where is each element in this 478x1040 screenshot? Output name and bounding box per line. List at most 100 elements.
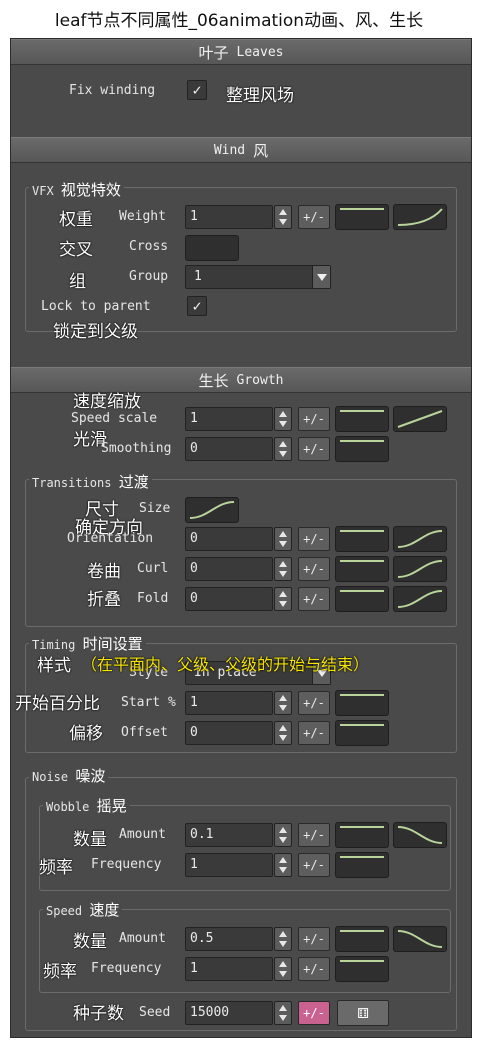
start-randomize-button[interactable]: +/- <box>298 691 330 715</box>
speed-frequency-cn-annotation: 频率 <box>43 962 77 982</box>
speed-amount-random-curve[interactable] <box>335 926 389 952</box>
fix-winding-checkbox[interactable]: ✓ <box>187 80 207 100</box>
cross-cn-annotation: 交叉 <box>59 240 93 260</box>
seed-input[interactable]: 15000 <box>185 1001 273 1025</box>
seed-spinner[interactable] <box>274 1001 292 1025</box>
curl-curve[interactable] <box>393 556 447 582</box>
speed-title-en: Speed <box>46 904 83 918</box>
orientation-spinner[interactable] <box>274 527 292 551</box>
timing-title-en: Timing <box>32 638 76 652</box>
group-cn-annotation: 组 <box>69 272 86 292</box>
offset-random-curve[interactable] <box>335 720 389 746</box>
orientation-curve[interactable] <box>393 526 447 552</box>
start-input[interactable]: 1 <box>185 691 273 715</box>
noise-title-en: Noise <box>32 770 69 784</box>
offset-randomize-button[interactable]: +/- <box>298 721 330 745</box>
speed-amount-spinner[interactable] <box>274 927 292 951</box>
orientation-label: Orientation <box>67 531 154 546</box>
fold-spinner[interactable] <box>274 587 292 611</box>
smoothing-spinner[interactable] <box>274 437 292 461</box>
wind-header-en: Wind <box>213 142 246 158</box>
fold-cn-annotation: 折叠 <box>87 590 121 610</box>
wind-section-header[interactable]: Wind 风 <box>11 137 471 163</box>
wobble-amount-input[interactable]: 0.1 <box>185 823 273 847</box>
weight-curve[interactable] <box>393 204 447 230</box>
smoothing-input[interactable]: 0 <box>185 437 273 461</box>
weight-randomize-button[interactable]: +/- <box>298 205 330 229</box>
speed-scale-cn-annotation: 速度缩放 <box>73 392 141 412</box>
growth-header-en: Growth <box>236 372 284 388</box>
wobble-frequency-input[interactable]: 1 <box>185 853 273 877</box>
speed-scale-input[interactable]: 1 <box>185 407 273 431</box>
offset-label: Offset <box>121 725 168 740</box>
group-dropdown-value: 1 <box>194 269 202 284</box>
wobble-group-title: Wobble 摇晃 <box>43 795 130 816</box>
orientation-random-curve[interactable] <box>335 526 389 552</box>
speed-scale-spinner[interactable] <box>274 407 292 431</box>
lock-to-parent-cn-annotation: 锁定到父级 <box>53 322 138 342</box>
cross-curve[interactable] <box>185 235 239 261</box>
page-title: leaf节点不同属性_06animation动画、风、生长 <box>0 0 478 36</box>
curl-randomize-button[interactable]: +/- <box>298 557 330 581</box>
start-random-curve[interactable] <box>335 690 389 716</box>
wobble-amount-spinner[interactable] <box>274 823 292 847</box>
fold-random-curve[interactable] <box>335 586 389 612</box>
wobble-amount-randomize-button[interactable]: +/- <box>298 823 330 847</box>
dice-icon[interactable]: ⚅ <box>337 1000 389 1026</box>
wobble-frequency-random-curve[interactable] <box>335 852 389 878</box>
seed-randomize-button[interactable]: +/- <box>298 1001 330 1025</box>
weight-spinner[interactable] <box>274 205 292 229</box>
speed-amount-curve[interactable] <box>393 926 447 952</box>
size-label: Size <box>139 501 171 516</box>
fold-input[interactable]: 0 <box>185 587 273 611</box>
growth-header-cn: 生长 <box>198 371 229 390</box>
speed-frequency-randomize-button[interactable]: +/- <box>298 957 330 981</box>
smoothing-random-curve[interactable] <box>335 436 389 462</box>
leaves-section-header[interactable]: 叶子 Leaves <box>11 39 471 65</box>
wind-header-cn: 风 <box>253 141 269 160</box>
transitions-title-cn: 过渡 <box>118 473 149 491</box>
wobble-frequency-spinner[interactable] <box>274 853 292 877</box>
curl-random-curve[interactable] <box>335 556 389 582</box>
style-note-annotation: （在平面内、父级、父级的开始与结束） <box>81 655 370 674</box>
speed-amount-input[interactable]: 0.5 <box>185 927 273 951</box>
leaves-header-en: Leaves <box>236 44 284 60</box>
start-label: Start % <box>121 695 176 710</box>
orientation-randomize-button[interactable]: +/- <box>298 527 330 551</box>
speed-scale-random-curve[interactable] <box>335 406 389 432</box>
wobble-frequency-cn-annotation: 频率 <box>39 858 73 878</box>
wobble-frequency-randomize-button[interactable]: +/- <box>298 853 330 877</box>
transitions-group-title: Transitions 过渡 <box>29 471 152 492</box>
smoothing-randomize-button[interactable]: +/- <box>298 437 330 461</box>
offset-input[interactable]: 0 <box>185 721 273 745</box>
noise-group-title: Noise 噪波 <box>29 765 109 786</box>
weight-cn-annotation: 权重 <box>59 210 93 230</box>
curl-input[interactable]: 0 <box>185 557 273 581</box>
wobble-amount-curve[interactable] <box>393 822 447 848</box>
curl-spinner[interactable] <box>274 557 292 581</box>
vfx-title-cn: 视觉特效 <box>60 181 121 199</box>
weight-random-curve[interactable] <box>335 204 389 230</box>
wobble-amount-cn-annotation: 数量 <box>73 830 107 850</box>
speed-frequency-random-curve[interactable] <box>335 956 389 982</box>
group-dropdown[interactable]: 1 <box>185 265 331 289</box>
fold-randomize-button[interactable]: +/- <box>298 587 330 611</box>
weight-input[interactable]: 1 <box>185 205 273 229</box>
fold-curve[interactable] <box>393 586 447 612</box>
speed-frequency-input[interactable]: 1 <box>185 957 273 981</box>
speed-amount-randomize-button[interactable]: +/- <box>298 927 330 951</box>
start-spinner[interactable] <box>274 691 292 715</box>
speed-frequency-spinner[interactable] <box>274 957 292 981</box>
speed-amount-cn-annotation: 数量 <box>73 932 107 952</box>
offset-spinner[interactable] <box>274 721 292 745</box>
speed-group-title: Speed 速度 <box>43 899 123 920</box>
curl-label: Curl <box>137 561 169 576</box>
size-curve[interactable] <box>185 497 239 523</box>
wobble-title-en: Wobble <box>46 800 90 814</box>
lock-to-parent-checkbox[interactable]: ✓ <box>187 296 207 316</box>
orientation-input[interactable]: 0 <box>185 527 273 551</box>
wobble-amount-random-curve[interactable] <box>335 822 389 848</box>
offset-cn-annotation: 偏移 <box>69 724 103 744</box>
speed-scale-curve[interactable] <box>393 406 447 432</box>
speed-scale-randomize-button[interactable]: +/- <box>298 407 330 431</box>
